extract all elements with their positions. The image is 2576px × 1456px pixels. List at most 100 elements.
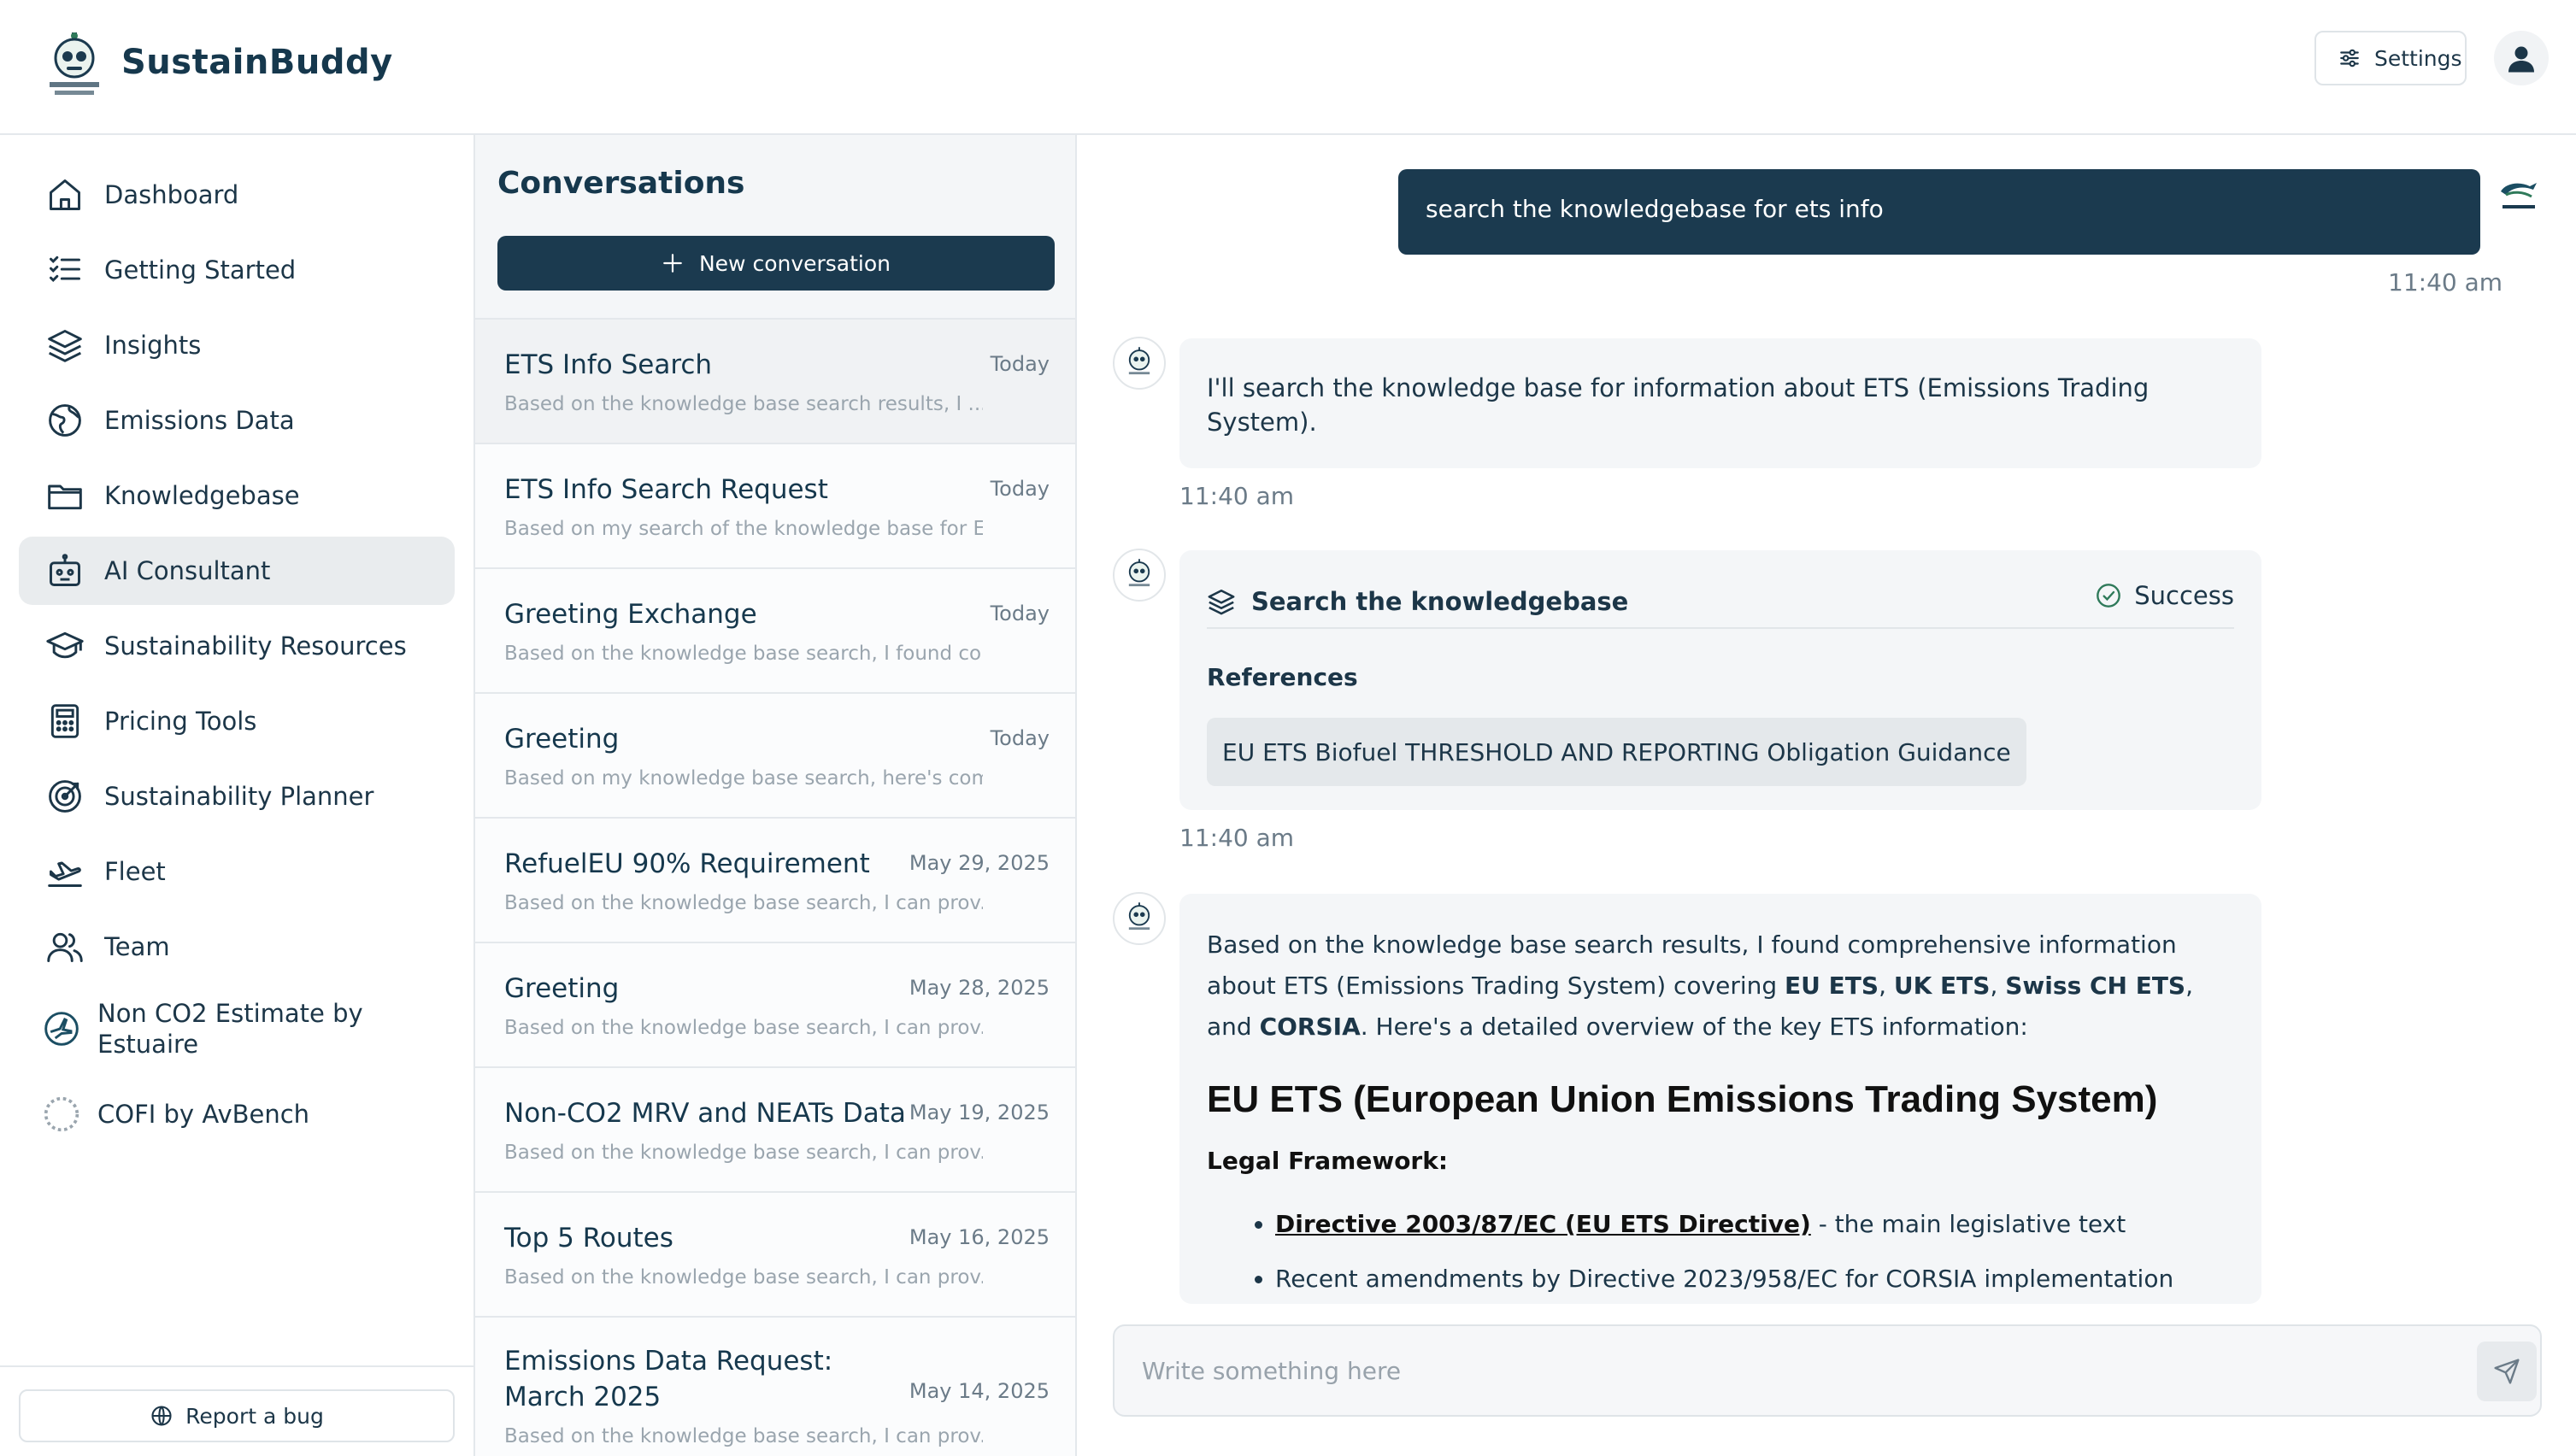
plane-takeoff-icon <box>48 861 82 887</box>
message-timestamp: 11:40 am <box>1179 482 1295 510</box>
sidebar-item-label: Dashboard <box>104 180 239 209</box>
sidebar-item-emissions-data[interactable]: Emissions Data <box>19 386 455 455</box>
directive-link[interactable]: Directive 2003/87/EC (EU ETS Directive) <box>1275 1210 1811 1238</box>
chat-panel: search the knowledgebase for ets info 11… <box>1077 135 2576 1456</box>
graduation-cap-icon <box>46 631 84 659</box>
new-conversation-button[interactable]: New conversation <box>497 236 1055 291</box>
sidebar-item-label: Pricing Tools <box>104 707 257 736</box>
conversation-date: May 16, 2025 <box>909 1225 1050 1249</box>
list-item: Directive 2003/87/EC (EU ETS Directive) … <box>1275 1207 2234 1242</box>
sidebar: Dashboard Getting Started Insights Emiss… <box>0 135 475 1456</box>
sidebar-item-label: Emissions Data <box>104 406 295 435</box>
conversation-preview: Based on the knowledge base search, I ca… <box>504 1425 983 1447</box>
checklist-icon <box>50 255 80 282</box>
users-icon <box>47 932 83 962</box>
sidebar-item-sustainability-planner[interactable]: Sustainability Planner <box>19 762 455 831</box>
robot-icon <box>50 554 80 586</box>
conversation-date: Today <box>990 726 1050 750</box>
conversation-preview: Based on the knowledge base search, I ca… <box>504 1017 983 1039</box>
conversation-preview: Based on the knowledge base search, I fo… <box>504 643 983 665</box>
conversation-title: ETS Info Search <box>504 349 713 380</box>
sustainbuddy-logo-icon <box>50 32 99 95</box>
user-icon <box>2508 46 2534 73</box>
sidebar-item-team[interactable]: Team <box>19 913 455 981</box>
message-composer <box>1113 1324 2542 1417</box>
sidebar-item-label: Fleet <box>104 857 166 886</box>
report-bug-button[interactable]: Report a bug <box>19 1389 455 1442</box>
conversation-title: Non-CO2 MRV and NEATs Data <box>504 1098 906 1129</box>
conversation-list: ETS Info Search Today Based on the knowl… <box>475 318 1075 1456</box>
sidebar-item-insights[interactable]: Insights <box>19 311 455 379</box>
conversation-item[interactable]: Greeting Today Based on my knowledge bas… <box>475 692 1075 817</box>
send-button[interactable] <box>2477 1342 2537 1401</box>
tool-call-header: Search the knowledgebase Success <box>1207 576 2234 629</box>
tool-status: Success <box>2095 576 2234 615</box>
tool-call-name: Search the knowledgebase <box>1251 587 1629 616</box>
assistant-avatar-icon <box>1113 337 1166 390</box>
conversation-item[interactable]: Emissions Data Request: March 2025 May 1… <box>475 1316 1075 1456</box>
bug-icon <box>151 1406 172 1426</box>
check-circle-icon <box>2097 584 2121 608</box>
sidebar-item-dashboard[interactable]: Dashboard <box>19 161 455 229</box>
layers-icon <box>1208 589 1235 615</box>
conversations-panel: Conversations New conversation ETS Info … <box>475 135 1077 1456</box>
conversation-item[interactable]: Top 5 Routes May 16, 2025 Based on the k… <box>475 1191 1075 1316</box>
sidebar-item-label: Knowledgebase <box>104 481 300 510</box>
sidebar-item-knowledgebase[interactable]: Knowledgebase <box>19 461 455 530</box>
user-org-logo-icon <box>2501 183 2537 208</box>
conversation-item[interactable]: Greeting Exchange Today Based on the kno… <box>475 567 1075 692</box>
report-bug-label: Report a bug <box>185 1403 324 1429</box>
send-icon <box>2494 1359 2520 1384</box>
conversation-item[interactable]: ETS Info Search Today Based on the knowl… <box>475 318 1075 443</box>
tool-status-label: Success <box>2134 581 2234 610</box>
sidebar-item-ai-consultant[interactable]: AI Consultant <box>19 537 455 605</box>
conversation-preview: Based on my search of the knowledge base… <box>504 518 983 540</box>
target-icon <box>49 780 81 813</box>
calculator-icon <box>50 704 79 738</box>
conversation-title: Greeting <box>504 973 620 1004</box>
sidebar-item-label: COFI by AvBench <box>97 1100 310 1129</box>
assistant-avatar-icon <box>1113 549 1166 602</box>
conversation-item[interactable]: ETS Info Search Request Today Based on m… <box>475 443 1075 567</box>
conversation-item[interactable]: Non-CO2 MRV and NEATs Data May 19, 2025 … <box>475 1066 1075 1191</box>
sidebar-item-non-co2-estimate[interactable]: Non CO2 Estimate by Estuaire <box>19 988 455 1070</box>
plus-icon <box>663 254 682 273</box>
answer-intro: Based on the knowledge base search resul… <box>1207 931 2194 1041</box>
sidebar-item-fleet[interactable]: Fleet <box>19 837 455 906</box>
estuaire-logo-icon <box>44 1012 79 1046</box>
conversation-title: RefuelEU 90% Requirement <box>504 848 870 879</box>
user-avatar-button[interactable] <box>2494 31 2549 85</box>
conversation-preview: Based on the knowledge base search, I ca… <box>504 1266 983 1289</box>
conversation-title: Top 5 Routes <box>504 1223 673 1253</box>
layers-icon <box>48 330 82 362</box>
user-message: search the knowledgebase for ets info <box>1398 169 2480 255</box>
folder-icon <box>48 484 82 510</box>
sidebar-item-label: Non CO2 Estimate by Estuaire <box>97 999 363 1059</box>
conversation-title: Emissions Data Request: March 2025 <box>504 1346 833 1412</box>
conversation-title: ETS Info Search Request <box>504 474 828 505</box>
conversation-preview: Based on the knowledge base search, I ca… <box>504 892 983 914</box>
conversation-title: Greeting <box>504 724 620 754</box>
message-input[interactable] <box>1115 1326 2439 1415</box>
conversation-date: Today <box>990 602 1050 625</box>
sidebar-item-cofi-by-avbench[interactable]: COFI by AvBench <box>19 1080 455 1148</box>
sliders-icon <box>2340 49 2359 68</box>
conversation-item[interactable]: Greeting May 28, 2025 Based on the knowl… <box>475 942 1075 1066</box>
sidebar-item-pricing-tools[interactable]: Pricing Tools <box>19 687 455 755</box>
conversation-date: May 28, 2025 <box>909 976 1050 1000</box>
conversation-date: May 19, 2025 <box>909 1101 1050 1124</box>
sidebar-item-label: Insights <box>104 331 202 360</box>
sidebar-item-sustainability-resources[interactable]: Sustainability Resources <box>19 612 455 680</box>
settings-label: Settings <box>2374 45 2462 71</box>
settings-button[interactable]: Settings <box>2314 31 2467 85</box>
conversation-item[interactable]: RefuelEU 90% Requirement May 29, 2025 Ba… <box>475 817 1075 942</box>
assistant-avatar-icon <box>1113 892 1166 945</box>
reference-chip[interactable]: EU ETS Biofuel THRESHOLD AND REPORTING O… <box>1207 718 2026 786</box>
references-title: References <box>1207 663 1358 691</box>
conversation-preview: Based on my knowledge base search, here'… <box>504 767 983 790</box>
conversation-preview: Based on the knowledge base search, I ca… <box>504 1142 983 1164</box>
sidebar-footer: Report a bug <box>0 1365 473 1456</box>
new-conversation-label: New conversation <box>698 250 891 276</box>
conversations-title: Conversations <box>497 166 745 201</box>
sidebar-item-getting-started[interactable]: Getting Started <box>19 236 455 304</box>
